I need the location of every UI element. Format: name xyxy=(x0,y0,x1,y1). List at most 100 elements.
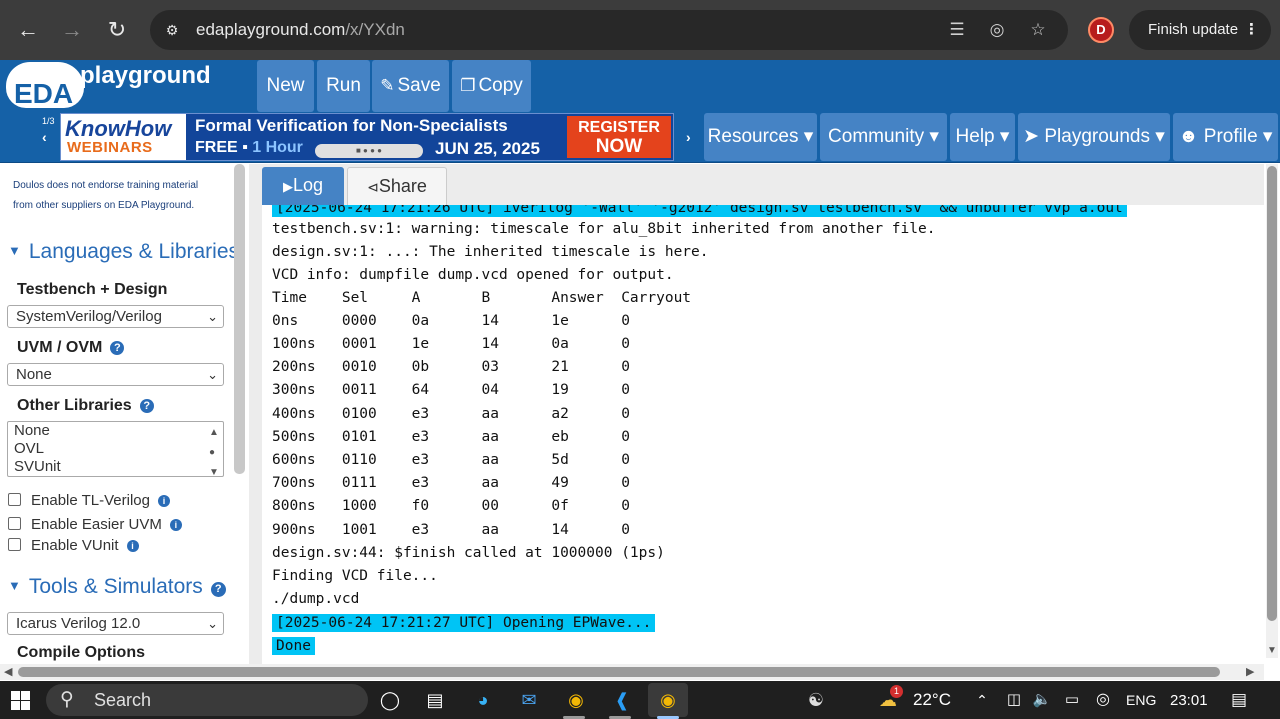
banner-subtitle: FREE ▪ 1 Hour xyxy=(195,139,303,156)
edge-browser-icon[interactable]: ◕ xyxy=(471,688,495,712)
eda-playground-logo[interactable]: EDA playground xyxy=(4,62,244,112)
people-icon[interactable]: ☯ xyxy=(804,688,828,712)
testbench-design-label: Testbench + Design xyxy=(17,281,168,298)
url-text[interactable]: edaplayground.com/x/YXdn xyxy=(196,20,405,40)
tab-share[interactable]: ⊲Share xyxy=(347,167,447,205)
rocket-icon: ➤ xyxy=(1023,126,1040,147)
resources-menu[interactable]: Resources ▾ xyxy=(704,113,817,161)
uvm-ovm-select[interactable]: None ⌄ xyxy=(7,363,224,386)
banner-date: JUN 25, 2025 xyxy=(435,139,540,158)
chrome-icon[interactable]: ◉ xyxy=(564,688,588,712)
site-settings-icon[interactable]: ⚙ xyxy=(162,20,182,40)
listbox-scrollbar[interactable]: ▲ ● ▼ xyxy=(209,424,221,478)
forward-arrow-icon[interactable]: → xyxy=(56,14,88,46)
help-icon[interactable]: ? xyxy=(110,341,125,355)
enable-easier-uvm-checkbox[interactable]: Enable Easier UVM i xyxy=(8,516,182,533)
windows-start-icon[interactable] xyxy=(11,691,31,711)
copy-icon: ❐ xyxy=(460,76,476,95)
testbench-language-select[interactable]: SystemVerilog/Verilog ⌄ xyxy=(7,305,224,328)
knowhow-logo: KnowHow WEBINARS xyxy=(61,114,186,160)
translate-icon[interactable]: ☰ xyxy=(946,19,968,41)
extension-shield-icon[interactable]: D xyxy=(1088,17,1114,43)
taskbar-search[interactable]: ⚲ Search xyxy=(46,684,368,716)
record-icon[interactable]: ◎ xyxy=(1091,688,1115,712)
help-icon[interactable]: ? xyxy=(210,582,226,597)
enable-tl-verilog-checkbox[interactable]: Enable TL-Verilog i xyxy=(8,492,170,509)
banner-counter: 1/3 xyxy=(42,116,55,126)
log-output[interactable]: [2025-06-24 17:21:26 UTC] iverilog '-Wal… xyxy=(262,205,1264,664)
language-indicator[interactable]: ENG xyxy=(1126,692,1156,708)
finish-update-button[interactable]: Finish update ⋮ xyxy=(1129,10,1271,50)
other-libraries-listbox[interactable]: None OVL SVUnit ▲ ● ▼ xyxy=(7,421,224,478)
info-icon[interactable]: i xyxy=(169,519,182,531)
save-button[interactable]: ✎ Save xyxy=(372,60,449,112)
task-view-circle-icon[interactable]: ◯ xyxy=(378,688,402,712)
new-button[interactable]: New xyxy=(257,60,314,112)
info-icon[interactable]: i xyxy=(126,540,139,552)
log-line: 400ns 0100 e3 aa a2 0 xyxy=(272,406,630,422)
playgrounds-menu[interactable]: ➤ Playgrounds ▾ xyxy=(1018,113,1170,161)
ad-banner-carousel: 1/3 ‹ KnowHow WEBINARS Formal Verificati… xyxy=(38,113,698,161)
list-option[interactable]: SVUnit xyxy=(14,458,223,476)
help-icon[interactable]: ? xyxy=(139,399,154,413)
log-line: [2025-06-24 17:21:27 UTC] Opening EPWave… xyxy=(272,614,656,632)
log-line: Time Sel A B Answer Carryout xyxy=(272,290,692,306)
log-line: 300ns 0011 64 04 19 0 xyxy=(272,382,630,398)
enable-vunit-checkbox[interactable]: Enable VUnit i xyxy=(8,537,139,554)
info-icon[interactable]: i xyxy=(157,495,170,507)
mail-icon[interactable]: ✉ xyxy=(517,688,541,712)
widgets-icon[interactable]: ▤ xyxy=(423,688,447,712)
log-line: Finding VCD file... xyxy=(272,568,438,584)
help-menu[interactable]: Help ▾ xyxy=(950,113,1015,161)
notifications-icon[interactable]: ▤ xyxy=(1227,688,1251,712)
sidebar-scrollbar[interactable] xyxy=(234,164,245,474)
register-now-button[interactable]: REGISTER NOW xyxy=(567,116,671,158)
log-line: 0ns 0000 0a 14 1e 0 xyxy=(272,313,630,329)
banner-next-icon[interactable]: › xyxy=(686,129,691,145)
log-line: 200ns 0010 0b 03 21 0 xyxy=(272,359,630,375)
chevron-down-icon: ⌄ xyxy=(207,367,218,382)
list-option[interactable]: OVL xyxy=(14,440,223,458)
device-icon[interactable]: ◫ xyxy=(1002,688,1026,712)
log-line: 800ns 1000 f0 00 0f 0 xyxy=(272,498,630,514)
logo-eda-text: EDA xyxy=(14,78,74,109)
list-option[interactable]: None xyxy=(14,422,223,440)
webinar-banner[interactable]: KnowHow WEBINARS Formal Verification for… xyxy=(60,113,674,161)
horizontal-scrollbar[interactable]: ◀ ▶ xyxy=(0,664,1264,680)
search-icon: ⚲ xyxy=(60,689,74,710)
chevron-down-icon: ⌄ xyxy=(207,616,218,631)
back-arrow-icon[interactable]: ← xyxy=(12,14,44,46)
tools-section-header[interactable]: ▼ Tools & Simulators? xyxy=(8,575,226,599)
tab-log[interactable]: ▶Log xyxy=(262,167,344,205)
copy-button[interactable]: ❐ Copy xyxy=(452,60,531,112)
bookmark-star-icon[interactable]: ☆ xyxy=(1027,19,1049,41)
languages-section-header[interactable]: ▼ Languages & Libraries xyxy=(8,240,239,264)
chrome-active-icon[interactable]: ◉ xyxy=(656,688,680,712)
collapse-triangle-icon: ▼ xyxy=(8,243,21,258)
profile-menu[interactable]: ☻ Profile ▾ xyxy=(1173,113,1278,161)
log-vertical-scrollbar[interactable]: ▼ xyxy=(1266,164,1278,658)
eye-slash-icon[interactable]: ◎ xyxy=(986,19,1008,41)
community-menu[interactable]: Community ▾ xyxy=(820,113,947,161)
reload-icon[interactable]: ↻ xyxy=(101,14,133,46)
volume-icon[interactable]: 🔈 xyxy=(1030,688,1054,712)
run-button[interactable]: Run xyxy=(317,60,370,112)
compile-options-label: Compile Options xyxy=(17,644,145,661)
chevron-up-icon[interactable]: ⌃ xyxy=(970,688,994,712)
log-line: Done xyxy=(272,637,315,655)
pencil-icon: ✎ xyxy=(380,76,395,95)
banner-prev-icon[interactable]: ‹ xyxy=(42,129,47,145)
log-line: 600ns 0110 e3 aa 5d 0 xyxy=(272,452,630,468)
webinars-text: WEBINARS xyxy=(67,139,153,156)
weather-badge: 1 xyxy=(890,685,903,698)
clock-text[interactable]: 23:01 xyxy=(1170,692,1208,709)
address-bar[interactable]: ⚙ edaplayground.com/x/YXdn ☰ ◎ ☆ xyxy=(150,10,1068,50)
simulator-select[interactable]: Icarus Verilog 12.0 ⌄ xyxy=(7,612,224,635)
temperature-text[interactable]: 22°C xyxy=(913,690,951,710)
more-menu-icon[interactable]: ⋮ xyxy=(1244,10,1259,50)
log-line: design.sv:1: ...: The inherited timescal… xyxy=(272,244,709,260)
doulos-note-line1: Doulos does not endorse training materia… xyxy=(13,180,199,191)
banner-pager-dots[interactable]: ■ ● ● ● xyxy=(315,144,423,158)
vscode-icon[interactable]: ❰ xyxy=(610,688,634,712)
network-icon[interactable]: ▭ xyxy=(1060,688,1084,712)
